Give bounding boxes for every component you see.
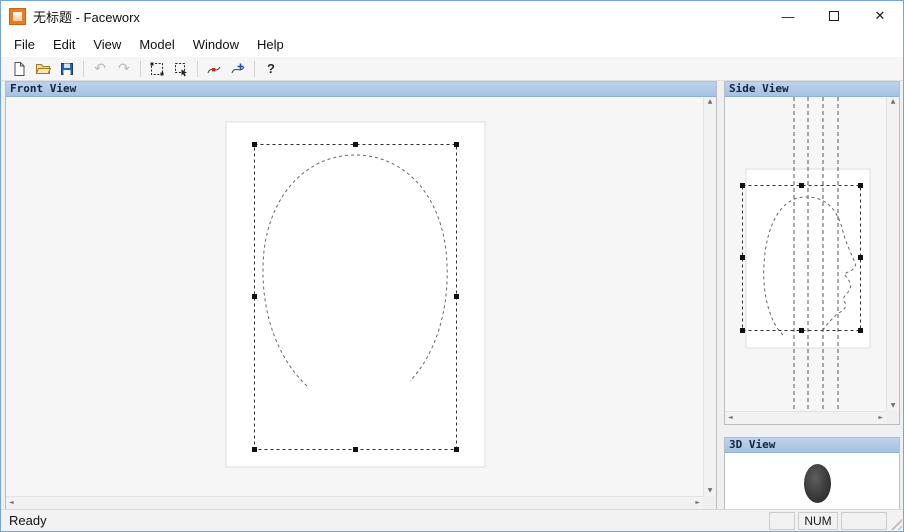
menu-model[interactable]: Model (130, 33, 183, 56)
new-document-icon (11, 61, 27, 77)
selection-handle[interactable] (252, 142, 257, 147)
toolbar-separator (83, 61, 84, 77)
selection-handle[interactable] (740, 183, 745, 188)
workspace: Front View (1, 81, 903, 509)
status-indicator-cells: NUM (769, 512, 887, 530)
undo-button[interactable]: ↶ (88, 58, 112, 79)
front-view-vertical-scrollbar[interactable]: ▲ ▼ (703, 97, 716, 496)
scroll-up-icon[interactable]: ▲ (888, 97, 899, 107)
menu-help[interactable]: Help (248, 33, 293, 56)
front-view-header: Front View (6, 82, 716, 97)
three-d-view-header: 3D View (725, 438, 899, 453)
menu-window[interactable]: Window (184, 33, 248, 56)
selection-handle[interactable] (454, 447, 459, 452)
close-button[interactable]: ✕ (857, 1, 903, 31)
front-view-drawing (6, 97, 703, 498)
scroll-down-icon[interactable]: ▼ (705, 486, 716, 496)
selection-handle[interactable] (252, 447, 257, 452)
save-floppy-icon (59, 61, 75, 77)
three-d-view-canvas[interactable] (725, 453, 899, 509)
menu-edit[interactable]: Edit (44, 33, 84, 56)
scroll-right-icon[interactable]: ► (692, 498, 703, 508)
status-cell-empty (769, 512, 795, 530)
toolbar-separator (254, 61, 255, 77)
menu-file[interactable]: File (5, 33, 44, 56)
help-button[interactable]: ? (259, 58, 283, 79)
help-icon: ? (267, 61, 275, 76)
front-view-horizontal-scrollbar[interactable]: ◄ ► (6, 496, 703, 509)
marquee-icon (149, 61, 165, 77)
scrollbar-corner (886, 411, 899, 424)
selection-handle[interactable] (353, 142, 358, 147)
status-message: Ready (1, 513, 47, 528)
front-view-panel: Front View (5, 81, 717, 510)
status-cell-empty (841, 512, 887, 530)
side-view-canvas[interactable]: ▲ ▼ ◄ ► (725, 97, 899, 424)
window-controls: — ✕ (765, 1, 903, 31)
window-title: 无标题 - Faceworx (33, 7, 140, 26)
num-lock-indicator: NUM (798, 512, 838, 530)
three-d-view-panel: 3D View (724, 437, 900, 510)
selection-handle[interactable] (799, 328, 804, 333)
transform-select-button[interactable] (169, 58, 193, 79)
open-folder-icon (35, 61, 51, 77)
scroll-right-icon[interactable]: ► (875, 413, 886, 423)
three-d-head-render[interactable] (804, 464, 831, 503)
selection-handle[interactable] (454, 294, 459, 299)
selection-handle[interactable] (740, 328, 745, 333)
app-logo-icon (9, 8, 26, 25)
scroll-left-icon[interactable]: ◄ (725, 413, 736, 423)
selection-handle[interactable] (454, 142, 459, 147)
toolbar: ↶ ↷ ? (1, 57, 903, 81)
side-view-panel: Side View (724, 81, 900, 425)
maximize-icon (829, 11, 839, 21)
app-window: 无标题 - Faceworx — ✕ File Edit View Model … (0, 0, 904, 532)
curve-remove-icon (206, 61, 222, 77)
curve-add-point-button[interactable] (226, 58, 250, 79)
side-view-drawing (725, 97, 886, 411)
marquee-arrow-icon (173, 61, 189, 77)
resize-grip[interactable] (888, 516, 902, 530)
selection-handle[interactable] (858, 328, 863, 333)
redo-button[interactable]: ↷ (112, 58, 136, 79)
redo-icon: ↷ (118, 62, 130, 76)
curve-add-icon (230, 61, 246, 77)
titlebar[interactable]: 无标题 - Faceworx — ✕ (1, 1, 903, 31)
side-view-vertical-scrollbar[interactable]: ▲ ▼ (886, 97, 899, 411)
menu-view[interactable]: View (84, 33, 130, 56)
selection-handle[interactable] (858, 255, 863, 260)
selection-handle[interactable] (353, 447, 358, 452)
selection-handle[interactable] (252, 294, 257, 299)
curve-remove-point-button[interactable] (202, 58, 226, 79)
save-file-button[interactable] (55, 58, 79, 79)
side-view-horizontal-scrollbar[interactable]: ◄ ► (725, 411, 886, 424)
scroll-left-icon[interactable]: ◄ (6, 498, 17, 508)
scroll-up-icon[interactable]: ▲ (705, 97, 716, 107)
selection-handle[interactable] (740, 255, 745, 260)
open-file-button[interactable] (31, 58, 55, 79)
undo-icon: ↶ (94, 62, 106, 76)
toolbar-separator (140, 61, 141, 77)
side-view-header: Side View (725, 82, 899, 97)
statusbar: Ready NUM (1, 509, 903, 531)
maximize-button[interactable] (811, 1, 857, 31)
scrollbar-corner (703, 496, 716, 509)
select-marquee-button[interactable] (145, 58, 169, 79)
new-document-button[interactable] (7, 58, 31, 79)
selection-handle[interactable] (858, 183, 863, 188)
toolbar-separator (197, 61, 198, 77)
menubar: File Edit View Model Window Help (1, 31, 903, 57)
minimize-button[interactable]: — (765, 1, 811, 31)
scroll-down-icon[interactable]: ▼ (888, 401, 899, 411)
front-view-canvas[interactable]: ▲ ▼ ◄ ► (6, 97, 716, 509)
selection-handle[interactable] (799, 183, 804, 188)
